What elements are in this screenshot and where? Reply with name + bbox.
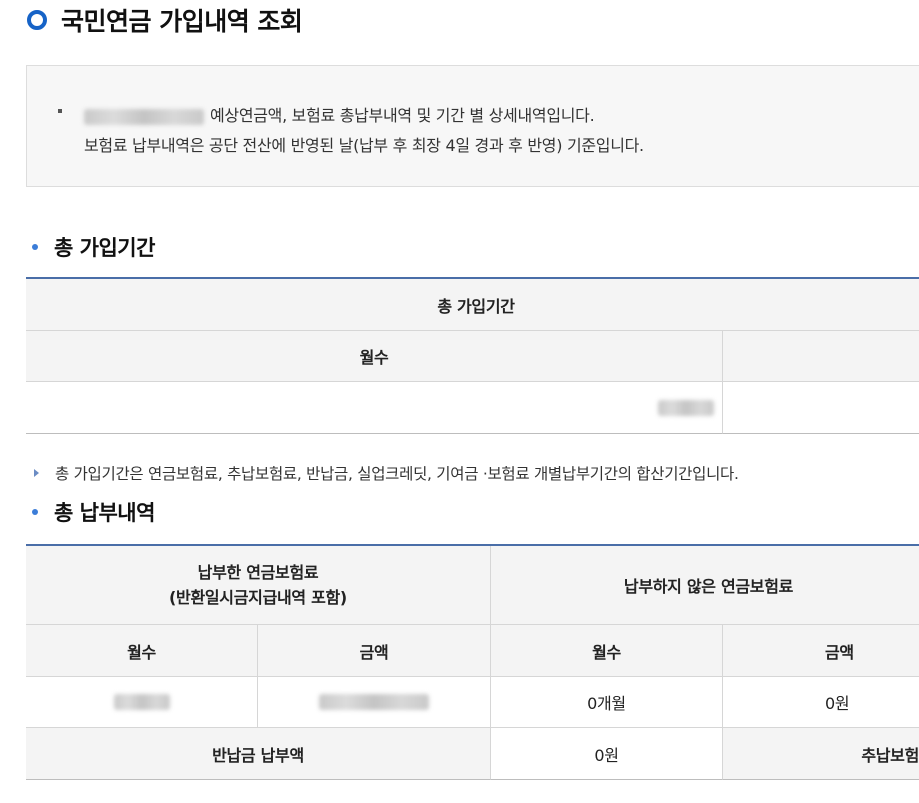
- redacted-name: [84, 108, 204, 125]
- months-column-header: 월수: [26, 331, 723, 382]
- page-title: 국민연금 가입내역 조회: [27, 0, 303, 40]
- section-title-text: 총 납부내역: [54, 501, 155, 525]
- unpaid-months-header: 월수: [491, 625, 723, 677]
- paid-header-line-2: (반환일시금지급내역 포함): [169, 588, 347, 607]
- redacted-paid-amount: [319, 694, 429, 710]
- triangle-bullet-icon: [34, 469, 39, 477]
- period-note: 총 가입기간은 연금보험료, 추납보험료, 반납금, 실업크레딧, 기여금 ·보…: [34, 462, 739, 484]
- title-ring-icon: [27, 10, 47, 30]
- unpaid-months-value: 0개월: [491, 677, 723, 728]
- extra-premium-label: 추납보험: [723, 728, 919, 780]
- section-title-text: 총 가입기간: [54, 236, 155, 260]
- unpaid-amount-value: 0원: [723, 677, 919, 728]
- square-bullet-icon: [58, 109, 62, 113]
- total-period-header: 총 가입기간: [26, 279, 919, 331]
- section-title-total-payment: 총 납부내역: [32, 497, 155, 527]
- empty-column-header: [723, 331, 919, 382]
- refund-label: 반납금 납부액: [26, 728, 491, 780]
- bullet-dot-icon: [32, 509, 38, 515]
- paid-amount-header: 금액: [258, 625, 491, 677]
- paid-premium-header: 납부한 연금보험료 (반환일시금지급내역 포함): [26, 546, 491, 625]
- bullet-dot-icon: [32, 244, 38, 250]
- unpaid-amount-header: 금액: [723, 625, 919, 677]
- paid-months-value: [26, 677, 258, 728]
- empty-value-cell: [723, 382, 919, 434]
- paid-months-header: 월수: [26, 625, 258, 677]
- redacted-months: [658, 399, 714, 416]
- paid-amount-value: [258, 677, 491, 728]
- unpaid-premium-header: 납부하지 않은 연금보험료: [491, 546, 919, 625]
- info-line-1: 예상연금액, 보험료 총납부내역 및 기간 별 상세내역입니다.: [84, 102, 595, 126]
- section-title-total-period: 총 가입기간: [32, 232, 155, 262]
- redacted-paid-months: [113, 694, 170, 710]
- page-title-text: 국민연금 가입내역 조회: [61, 7, 303, 36]
- months-value-cell: [26, 382, 723, 434]
- info-line-1-text: 예상연금액, 보험료 총납부내역 및 기간 별 상세내역입니다.: [210, 106, 595, 125]
- refund-value: 0원: [491, 728, 723, 780]
- info-line-2: 보험료 납부내역은 공단 전산에 반영된 날(납부 후 최장 4일 경과 후 반…: [84, 136, 644, 155]
- period-note-text: 총 가입기간은 연금보험료, 추납보험료, 반납금, 실업크레딧, 기여금 ·보…: [55, 465, 739, 483]
- info-box: 예상연금액, 보험료 총납부내역 및 기간 별 상세내역입니다. 보험료 납부내…: [26, 65, 919, 187]
- paid-header-line-1: 납부한 연금보험료: [197, 563, 319, 582]
